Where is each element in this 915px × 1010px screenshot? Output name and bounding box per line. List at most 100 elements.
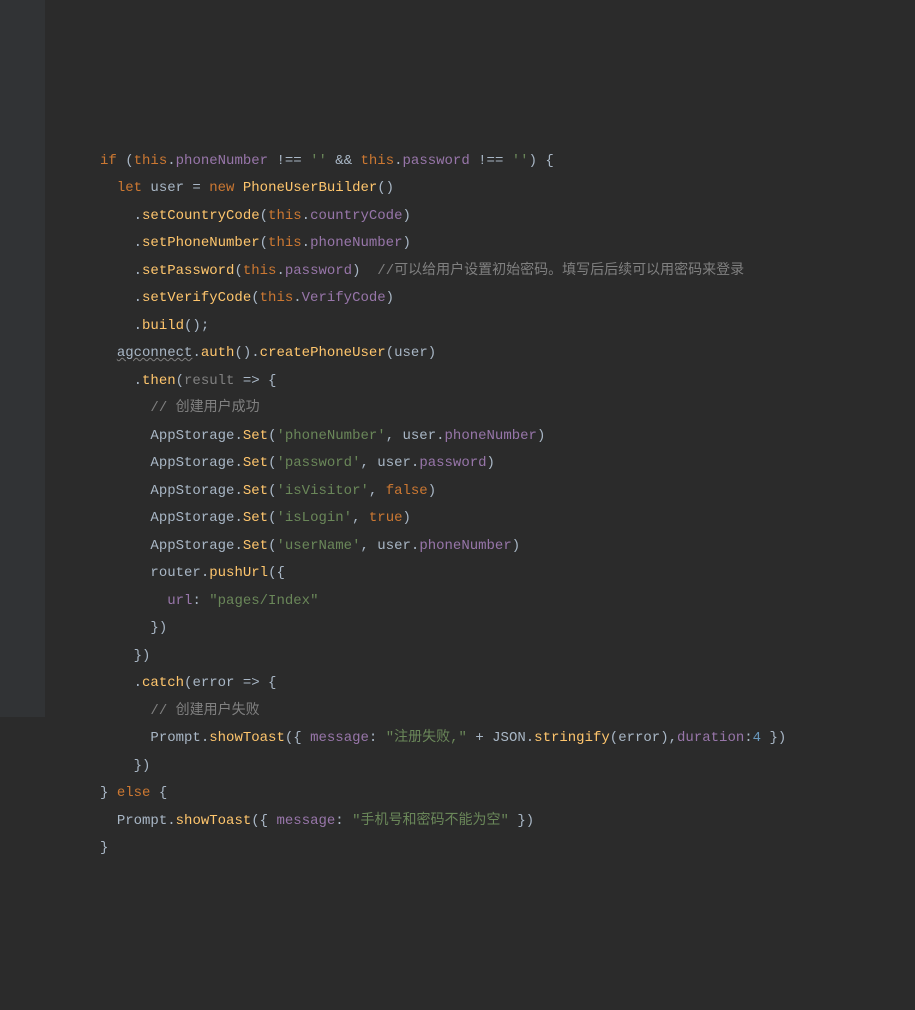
- code-token: new: [209, 180, 243, 196]
- code-token: setPassword: [142, 263, 234, 279]
- code-token: Prompt: [150, 730, 200, 746]
- code-token: phoneNumber: [310, 235, 402, 251]
- code-token: AppStorage: [150, 428, 234, 444]
- code-token: }): [134, 758, 151, 774]
- code-token: // 创建用户成功: [150, 400, 259, 416]
- code-line: .setPassword(this.password) //可以给用户设置初始密…: [100, 258, 915, 286]
- code-line: // 创建用户失败: [100, 698, 915, 726]
- code-token: Prompt: [117, 813, 167, 829]
- code-token: if: [100, 153, 125, 169]
- code-token: }): [761, 730, 786, 746]
- code-token: Set: [243, 483, 268, 499]
- code-token: :: [192, 593, 209, 609]
- code-token: phoneNumber: [445, 428, 537, 444]
- code-token: }: [100, 840, 108, 856]
- code-editor[interactable]: if (this.phoneNumber !== '' && this.pass…: [0, 148, 915, 863]
- code-token: (: [260, 208, 268, 224]
- code-token: router: [150, 565, 200, 581]
- code-token: .: [134, 318, 142, 334]
- code-token: +: [467, 730, 492, 746]
- code-token: phoneNumber: [176, 153, 268, 169]
- code-token: .: [276, 263, 284, 279]
- code-lines: if (this.phoneNumber !== '' && this.pass…: [100, 148, 915, 863]
- code-token: ): [428, 483, 436, 499]
- code-token: {: [150, 785, 167, 801]
- code-token: user: [150, 180, 184, 196]
- code-token: setCountryCode: [142, 208, 260, 224]
- code-token: Set: [243, 455, 268, 471]
- code-token: Set: [243, 428, 268, 444]
- code-token: .: [234, 510, 242, 526]
- code-token: .: [436, 428, 444, 444]
- code-token: PhoneUserBuilder: [243, 180, 377, 196]
- code-token: phoneNumber: [419, 538, 511, 554]
- code-token: .: [134, 235, 142, 251]
- code-token: password: [419, 455, 486, 471]
- code-token: .: [201, 565, 209, 581]
- code-token: !==: [268, 153, 310, 169]
- code-token: '': [512, 153, 529, 169]
- code-token: .: [234, 483, 242, 499]
- code-token: !==: [470, 153, 512, 169]
- code-token: showToast: [209, 730, 285, 746]
- code-token: ,: [352, 510, 369, 526]
- code-line: Prompt.showToast({ message: "手机号和密码不能为空"…: [100, 808, 915, 836]
- code-token: => {: [234, 675, 276, 691]
- code-token: createPhoneUser: [260, 345, 386, 361]
- code-line: .setPhoneNumber(this.phoneNumber): [100, 230, 915, 258]
- code-token: 'password': [276, 455, 360, 471]
- code-token: error: [192, 675, 234, 691]
- code-token: AppStorage: [150, 510, 234, 526]
- code-token: AppStorage: [150, 483, 234, 499]
- code-token: (: [610, 730, 618, 746]
- code-token: (: [234, 263, 242, 279]
- code-token: ),: [660, 730, 677, 746]
- code-token: ,: [360, 538, 377, 554]
- code-token: '': [310, 153, 327, 169]
- code-token: message: [310, 730, 369, 746]
- code-line: } else {: [100, 780, 915, 808]
- code-token: user: [403, 428, 437, 444]
- code-token: message: [276, 813, 335, 829]
- code-token: this: [134, 153, 168, 169]
- code-token: .: [201, 730, 209, 746]
- code-token: 'isLogin': [276, 510, 352, 526]
- code-token: ): [512, 538, 520, 554]
- code-token: "注册失败,": [386, 730, 467, 746]
- code-line: .then(result => {: [100, 368, 915, 396]
- code-line: .build();: [100, 313, 915, 341]
- code-token: ): [487, 455, 495, 471]
- code-token: .: [302, 235, 310, 251]
- editor-gutter: [0, 0, 45, 717]
- code-token: (: [386, 345, 394, 361]
- code-token: .: [302, 208, 310, 224]
- code-token: pushUrl: [209, 565, 268, 581]
- code-token: //可以给用户设置初始密码。填写后后续可以用密码来登录: [360, 263, 744, 279]
- code-token: this: [361, 153, 395, 169]
- code-token: url: [167, 593, 192, 609]
- code-line: }: [100, 835, 915, 863]
- code-line: .setVerifyCode(this.VerifyCode): [100, 285, 915, 313]
- code-token: ): [402, 235, 410, 251]
- code-line: Prompt.showToast({ message: "注册失败," + JS…: [100, 725, 915, 753]
- code-token: auth: [201, 345, 235, 361]
- code-token: password: [285, 263, 352, 279]
- code-token: 'userName': [276, 538, 360, 554]
- code-token: .: [167, 813, 175, 829]
- code-token: password: [403, 153, 470, 169]
- code-token: user: [377, 538, 411, 554]
- code-token: :: [369, 730, 386, 746]
- code-token: error: [618, 730, 660, 746]
- code-token: "手机号和密码不能为空": [352, 813, 509, 829]
- code-token: VerifyCode: [302, 290, 386, 306]
- code-token: .: [192, 345, 200, 361]
- code-token: .: [134, 373, 142, 389]
- code-token: false: [386, 483, 428, 499]
- code-token: then: [142, 373, 176, 389]
- code-line: }): [100, 643, 915, 671]
- code-token: ): [386, 290, 394, 306]
- code-token: duration: [677, 730, 744, 746]
- code-token: 4: [753, 730, 761, 746]
- code-token: stringify: [534, 730, 610, 746]
- code-token: this: [243, 263, 277, 279]
